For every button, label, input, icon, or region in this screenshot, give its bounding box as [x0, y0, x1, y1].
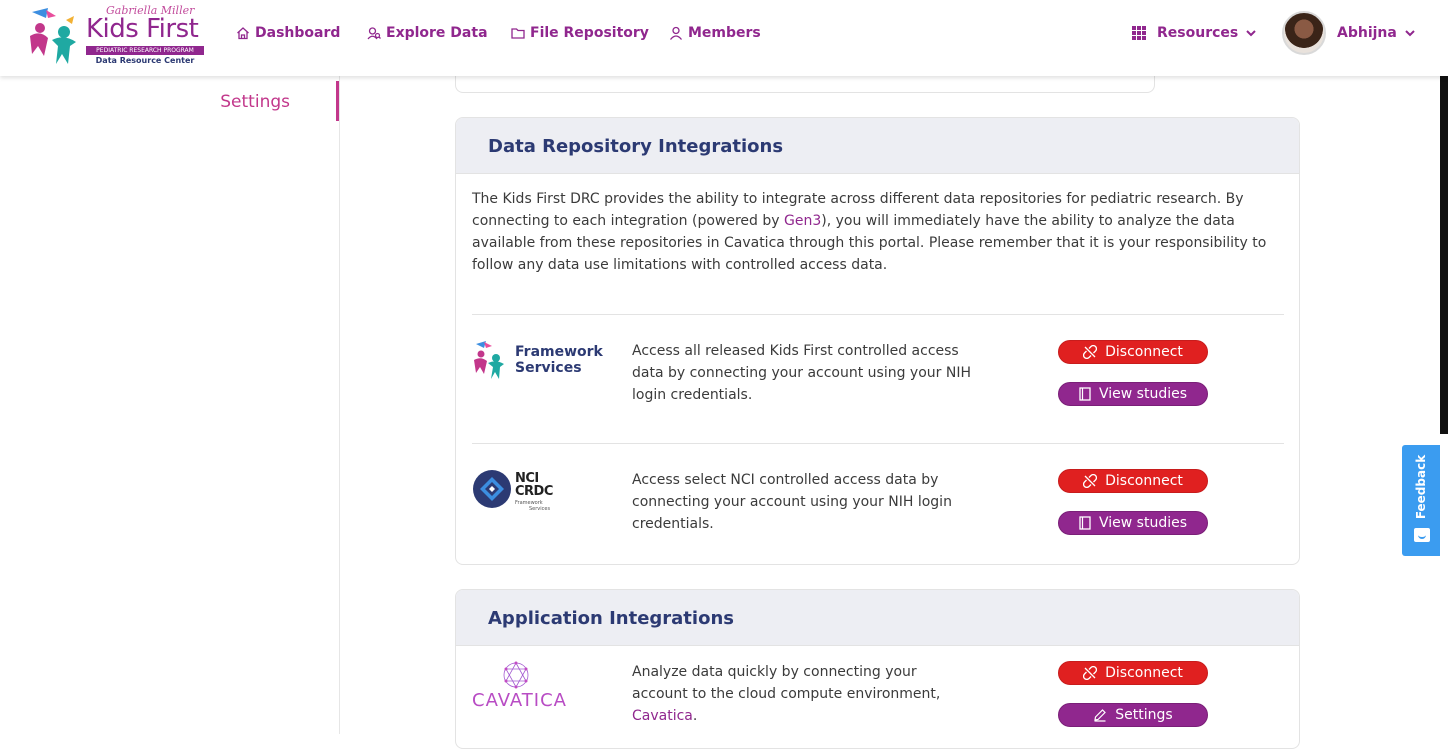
nav-file-repository[interactable]: File Repository [511, 22, 649, 44]
disconnect-label: Disconnect [1105, 344, 1183, 360]
disconnect-link-icon [1083, 666, 1098, 680]
scrollbar[interactable] [1440, 76, 1448, 434]
integration-row-framework: Framework Services Access all released K… [472, 314, 1284, 444]
folder-icon [511, 28, 525, 39]
book-icon [1079, 387, 1091, 401]
card-header: Data Repository Integrations [456, 118, 1299, 174]
sidebar-item-settings[interactable]: Settings [199, 81, 339, 121]
framework-view-studies-button[interactable]: View studies [1058, 382, 1208, 406]
nav-files-label: File Repository [530, 25, 649, 41]
cavatica-desc-before: Analyze data quickly by connecting your … [632, 664, 941, 702]
nci-logo-line4: Services [529, 506, 551, 512]
nci-view-studies-button[interactable]: View studies [1058, 511, 1208, 535]
explore-icon [367, 27, 381, 40]
nav-dashboard[interactable]: Dashboard [236, 22, 340, 44]
framework-logo-line1: Framework [515, 344, 603, 360]
user-name: Abhijna [1337, 25, 1397, 41]
feedback-label: Feedback [1414, 454, 1428, 520]
data-repository-integrations-card: Data Repository Integrations The Kids Fi… [455, 117, 1300, 565]
chevron-down-icon [1246, 30, 1256, 37]
book-icon [1079, 516, 1091, 530]
view-studies-label: View studies [1098, 515, 1187, 531]
settings-sidebar: Settings [0, 76, 340, 734]
feedback-tab[interactable]: Feedback [1402, 445, 1440, 556]
edit-pencil-icon [1094, 709, 1107, 722]
framework-logo-line2: Services [515, 360, 582, 376]
application-integrations-card: Application Integrations CAVATICA Analyz… [455, 589, 1300, 749]
chevron-down-icon [1405, 30, 1415, 37]
feedback-smile-icon [1414, 528, 1430, 542]
nav-explore-label: Explore Data [386, 25, 488, 41]
nci-disconnect-button[interactable]: Disconnect [1058, 469, 1208, 493]
logo-center-text: Data Resource Center [95, 56, 195, 65]
resources-menu[interactable]: Resources [1132, 22, 1261, 44]
cavatica-description: Analyze data quickly by connecting your … [632, 661, 962, 727]
logo-brand-text: Kids First [86, 14, 199, 44]
cavatica-logo-text: CAVATICA [472, 690, 567, 711]
user-menu[interactable]: Abhijna [1282, 11, 1415, 55]
cavatica-logo: CAVATICA [472, 660, 572, 711]
framework-services-logo: Framework Services [472, 340, 612, 384]
sidebar-item-label: Settings [220, 92, 290, 112]
card-header: Application Integrations [456, 590, 1299, 646]
card-title: Application Integrations [488, 608, 734, 629]
gen3-link[interactable]: Gen3 [784, 213, 821, 229]
cavatica-link[interactable]: Cavatica [632, 708, 693, 724]
user-icon [669, 26, 683, 40]
nci-crdc-logo: NCI CRDC Framework Services [472, 469, 592, 513]
logo-program-text: PEDIATRIC RESEARCH PROGRAM [86, 46, 204, 55]
nav-dashboard-label: Dashboard [255, 25, 341, 41]
disconnect-link-icon [1083, 474, 1098, 488]
cavatica-disconnect-button[interactable]: Disconnect [1058, 661, 1208, 685]
kids-first-mark-icon [474, 341, 504, 379]
apps-grid-icon [1132, 26, 1146, 40]
nav-members-label: Members [688, 25, 761, 41]
cavatica-network-icon [503, 661, 529, 689]
top-navigation-bar: Gabriella Miller Kids First PEDIATRIC RE… [0, 0, 1448, 76]
cavatica-settings-button[interactable]: Settings [1058, 703, 1208, 727]
settings-label: Settings [1115, 707, 1173, 723]
framework-disconnect-button[interactable]: Disconnect [1058, 340, 1208, 364]
cavatica-desc-after: . [692, 708, 698, 724]
nci-description: Access select NCI controlled access data… [632, 472, 952, 532]
framework-description: Access all released Kids First controlle… [632, 343, 971, 403]
nci-diamond-icon [473, 470, 511, 508]
disconnect-link-icon [1083, 345, 1098, 359]
view-studies-label: View studies [1098, 386, 1187, 402]
nav-explore-data[interactable]: Explore Data [367, 22, 488, 44]
data-repo-intro: The Kids First DRC provides the ability … [472, 188, 1272, 276]
kids-first-mark-icon [30, 8, 76, 64]
nci-logo-line2: CRDC [515, 484, 553, 499]
home-icon [237, 27, 249, 40]
nav-members[interactable]: Members [669, 22, 761, 44]
kids-first-logo[interactable]: Gabriella Miller Kids First PEDIATRIC RE… [26, 0, 206, 72]
card-title: Data Repository Integrations [488, 136, 784, 157]
integration-row-nci-crdc: NCI CRDC Framework Services Access selec… [472, 443, 1284, 564]
disconnect-label: Disconnect [1105, 665, 1183, 681]
resources-label: Resources [1157, 25, 1239, 41]
avatar [1282, 11, 1326, 55]
disconnect-label: Disconnect [1105, 473, 1183, 489]
